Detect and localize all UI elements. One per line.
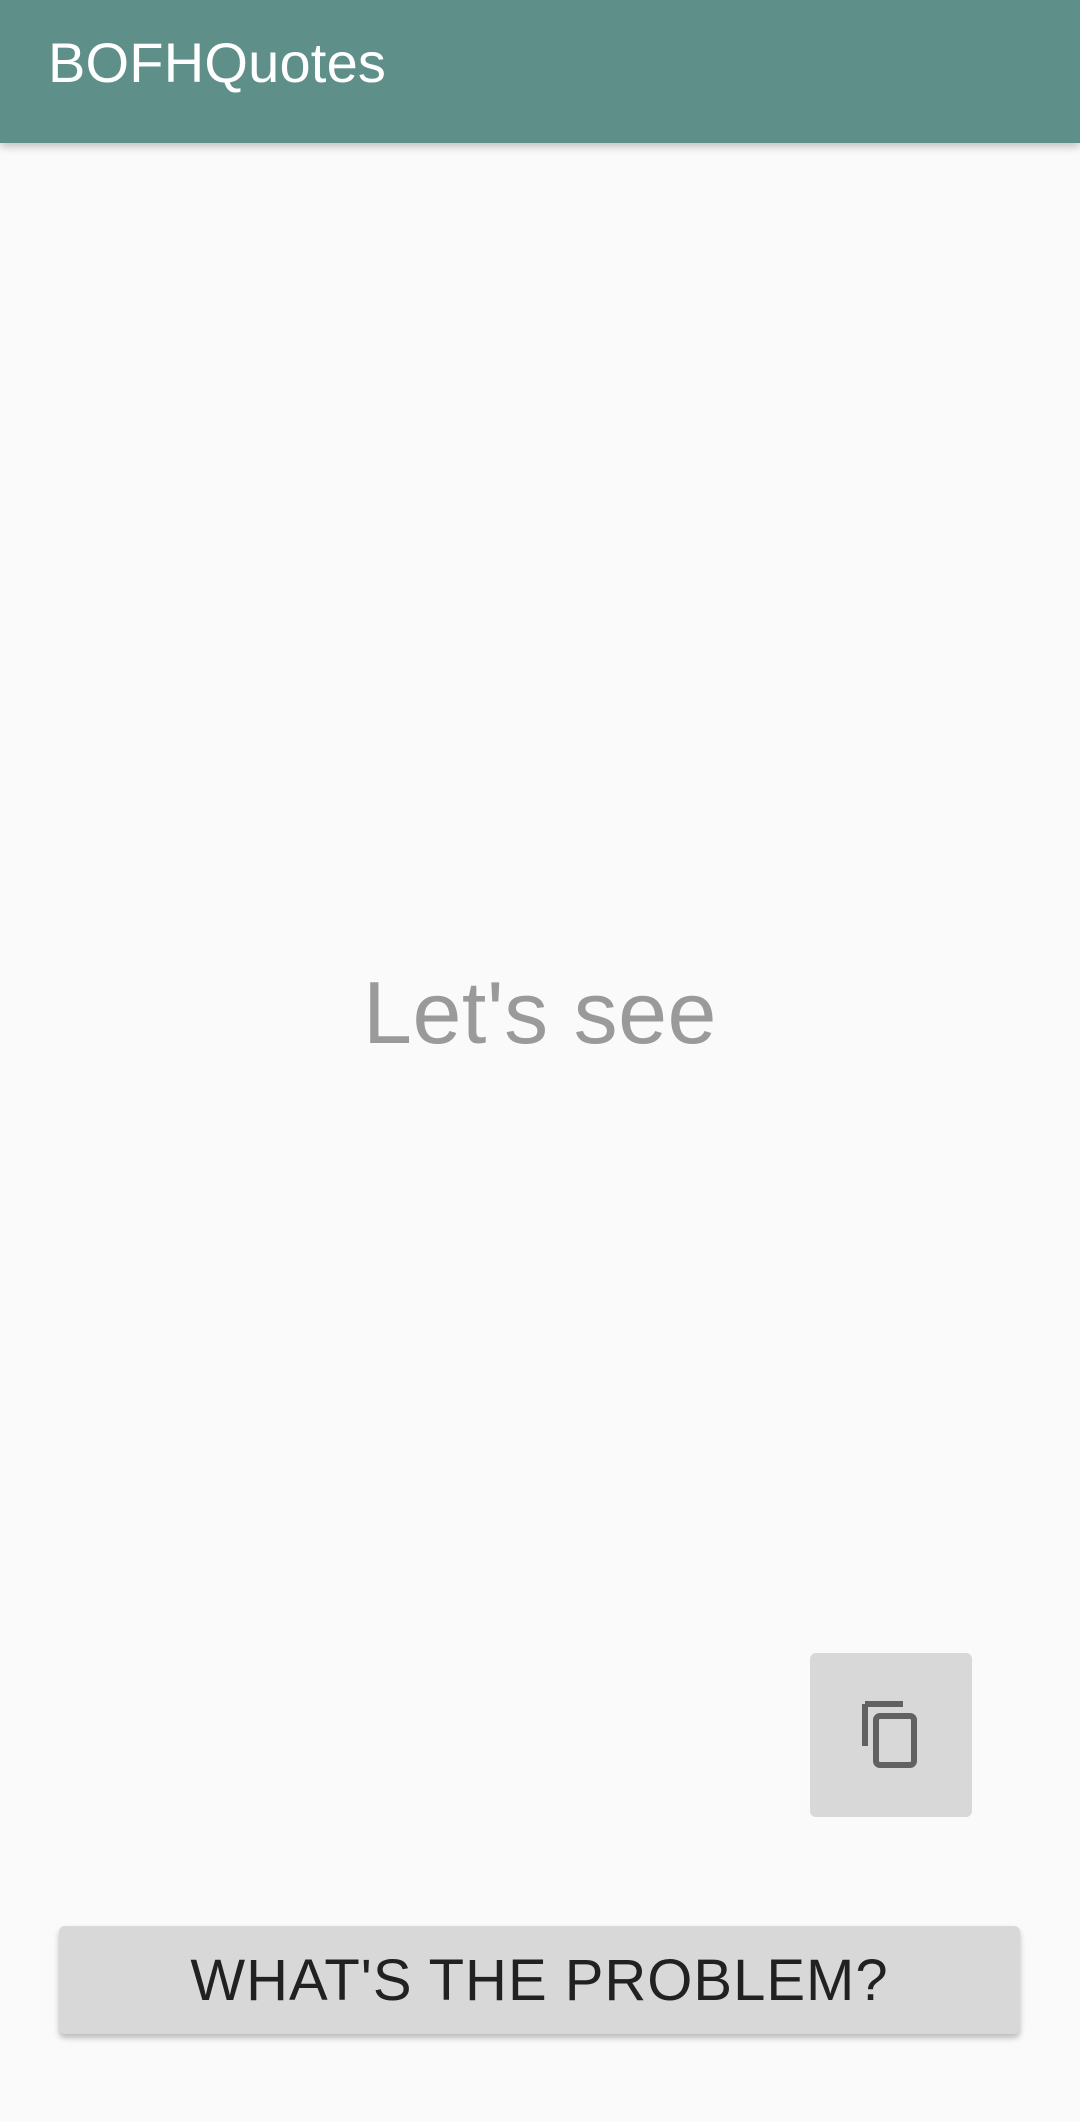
app-bar: BOFHQuotes [0, 0, 1080, 143]
quote-text: Let's see [363, 963, 717, 1062]
whats-the-problem-button[interactable]: WHAT'S THE PROBLEM? [59, 1926, 1020, 2034]
copy-icon [859, 1700, 923, 1770]
app-screen: BOFHQuotes Let's see WHAT'S THE PROBLEM? [0, 0, 1080, 2122]
whats-the-problem-label: WHAT'S THE PROBLEM? [190, 1947, 889, 2013]
copy-button[interactable] [810, 1653, 972, 1817]
app-title: BOFHQuotes [48, 31, 387, 94]
